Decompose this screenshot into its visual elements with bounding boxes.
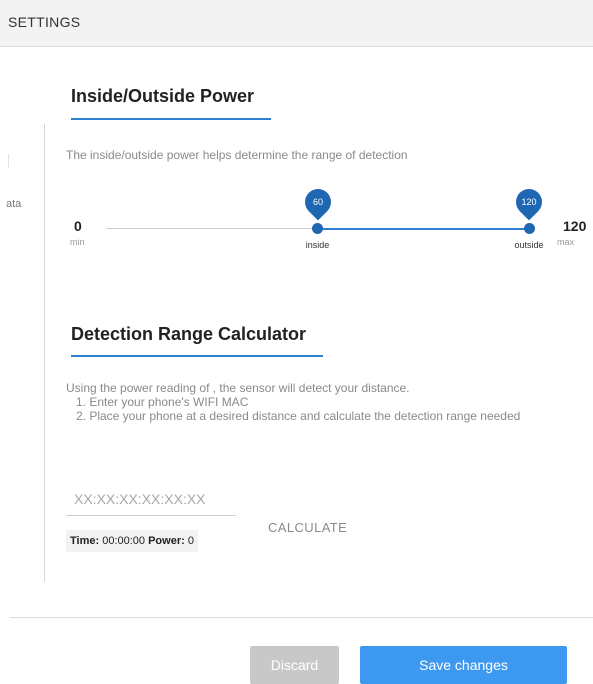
power-description: The inside/outside power helps determine… (66, 148, 408, 162)
calculator-step-2: 2. Place your phone at a desired distanc… (76, 409, 521, 423)
inside-pin-value: 60 (312, 197, 323, 207)
slider-min-value: 0 (74, 218, 82, 234)
power-value: 0 (187, 535, 194, 547)
calculator-instructions: Using the power reading of , the sensor … (66, 381, 556, 423)
sidebar-fragment-bar (8, 154, 9, 168)
calculate-button[interactable]: CALCULATE (262, 519, 353, 536)
slider-max-label: max (557, 237, 575, 247)
power-title-underline (71, 118, 271, 120)
time-label: Time: (70, 535, 100, 547)
settings-title: SETTINGS (8, 14, 81, 30)
power-section-title: Inside/Outside Power (71, 86, 255, 106)
save-changes-button[interactable]: Save changes (360, 646, 567, 684)
vertical-divider (44, 124, 45, 582)
power-range-slider[interactable]: 0 min 120 max 60 inside 120 outside (66, 183, 587, 258)
calculator-step-1: 1. Enter your phone's WIFI MAC (76, 395, 249, 409)
outside-value-pin: 120 (510, 183, 548, 221)
outside-label: outside (514, 240, 544, 250)
footer-divider (10, 617, 593, 618)
discard-button[interactable]: Discard (250, 646, 339, 684)
inside-label: inside (305, 240, 330, 250)
sidebar-fragment-text: ata (6, 198, 22, 210)
calculator-title-underline (71, 355, 323, 357)
slider-track-selected (317, 227, 529, 230)
outside-pin-value: 120 (521, 197, 537, 207)
time-value: 00:00:00 (102, 535, 146, 547)
inside-value-pin: 60 (299, 183, 336, 221)
power-readout: Time: 00:00:00 Power: 0 (66, 530, 198, 552)
outside-thumb[interactable] (523, 223, 535, 234)
calculator-section-title: Detection Range Calculator (71, 324, 307, 344)
calculator-intro: Using the power reading of , the sensor … (66, 381, 410, 395)
inside-thumb[interactable] (312, 223, 323, 234)
slider-max-value: 120 (563, 218, 587, 234)
slider-min-label: min (70, 237, 85, 247)
wifi-mac-input[interactable] (66, 482, 236, 516)
power-label: Power: (148, 535, 185, 547)
settings-header: SETTINGS (0, 0, 593, 47)
